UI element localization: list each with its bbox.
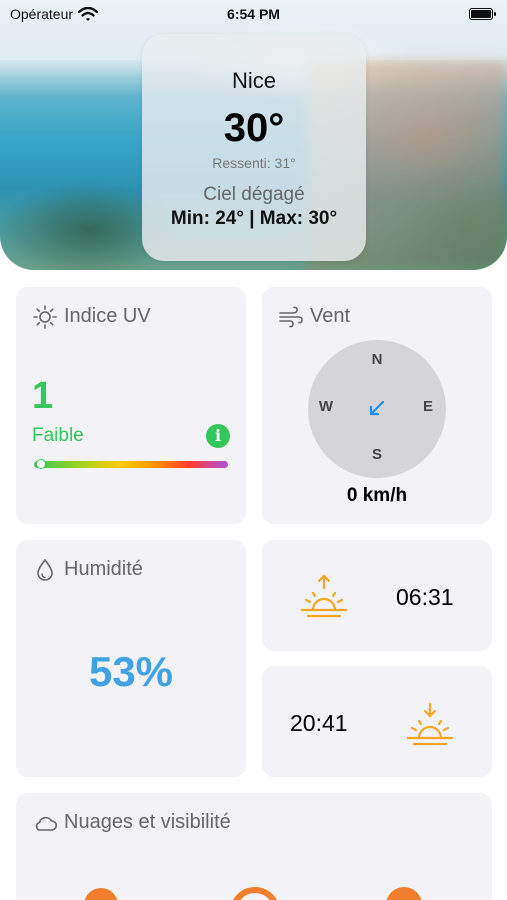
sunrise-icon [300, 574, 348, 618]
battery-icon [469, 8, 496, 20]
cloud-level-indicator [386, 887, 422, 900]
wind-speed: 0 km/h [346, 485, 408, 506]
humidity-value: 53% [88, 648, 174, 695]
uv-level-label: Faible [32, 425, 84, 446]
droplet-icon [37, 559, 53, 581]
wind-icon [279, 306, 303, 328]
uv-title: Indice UV [64, 305, 151, 327]
uv-card[interactable]: Indice UV 1 Faible i [16, 287, 246, 524]
visibility-indicator [230, 887, 280, 900]
compass-north: N [371, 351, 383, 368]
city-name: Nice [231, 68, 276, 93]
compass-south: S [371, 446, 382, 463]
uv-scale-indicator [36, 459, 46, 469]
humidity-card[interactable]: Humidité 53% [16, 540, 246, 777]
current-temperature: 30° [223, 106, 285, 150]
sun-icon [33, 305, 57, 329]
cloud-cover-indicator [84, 888, 118, 900]
uv-index-value: 1 [32, 375, 54, 417]
info-icon[interactable]: i [206, 424, 230, 448]
sunrise-card[interactable]: 06:31 [262, 540, 492, 651]
wind-direction-arrow-icon [369, 400, 385, 416]
compass-east: E [422, 398, 433, 415]
wind-compass: N W E S [308, 340, 446, 478]
clock: 6:54 PM [227, 6, 280, 22]
weather-condition: Ciel dégagé [203, 184, 305, 205]
clouds-title: Nuages et visibilité [64, 811, 231, 833]
status-bar: Opérateur 6:54 PM [0, 0, 507, 30]
sunrise-time: 06:31 [396, 584, 454, 610]
sunset-icon [406, 702, 454, 746]
min-max-temperature: Min: 24° | Max: 30° [170, 208, 338, 229]
feels-like: Ressenti: 31° [212, 155, 296, 171]
humidity-title: Humidité [64, 558, 143, 580]
current-weather-card: Nice 30° Ressenti: 31° Ciel dégagé Min: … [142, 34, 366, 261]
uv-scale-bar [34, 461, 228, 468]
compass-west: W [318, 398, 334, 415]
sunset-time: 20:41 [290, 710, 348, 736]
wind-card[interactable]: Vent N W E S 0 km/h [262, 287, 492, 524]
wind-title: Vent [310, 305, 351, 327]
sunset-card[interactable]: 20:41 [262, 666, 492, 777]
clouds-visibility-card[interactable]: Nuages et visibilité [16, 793, 492, 900]
cloud-icon [35, 816, 58, 831]
